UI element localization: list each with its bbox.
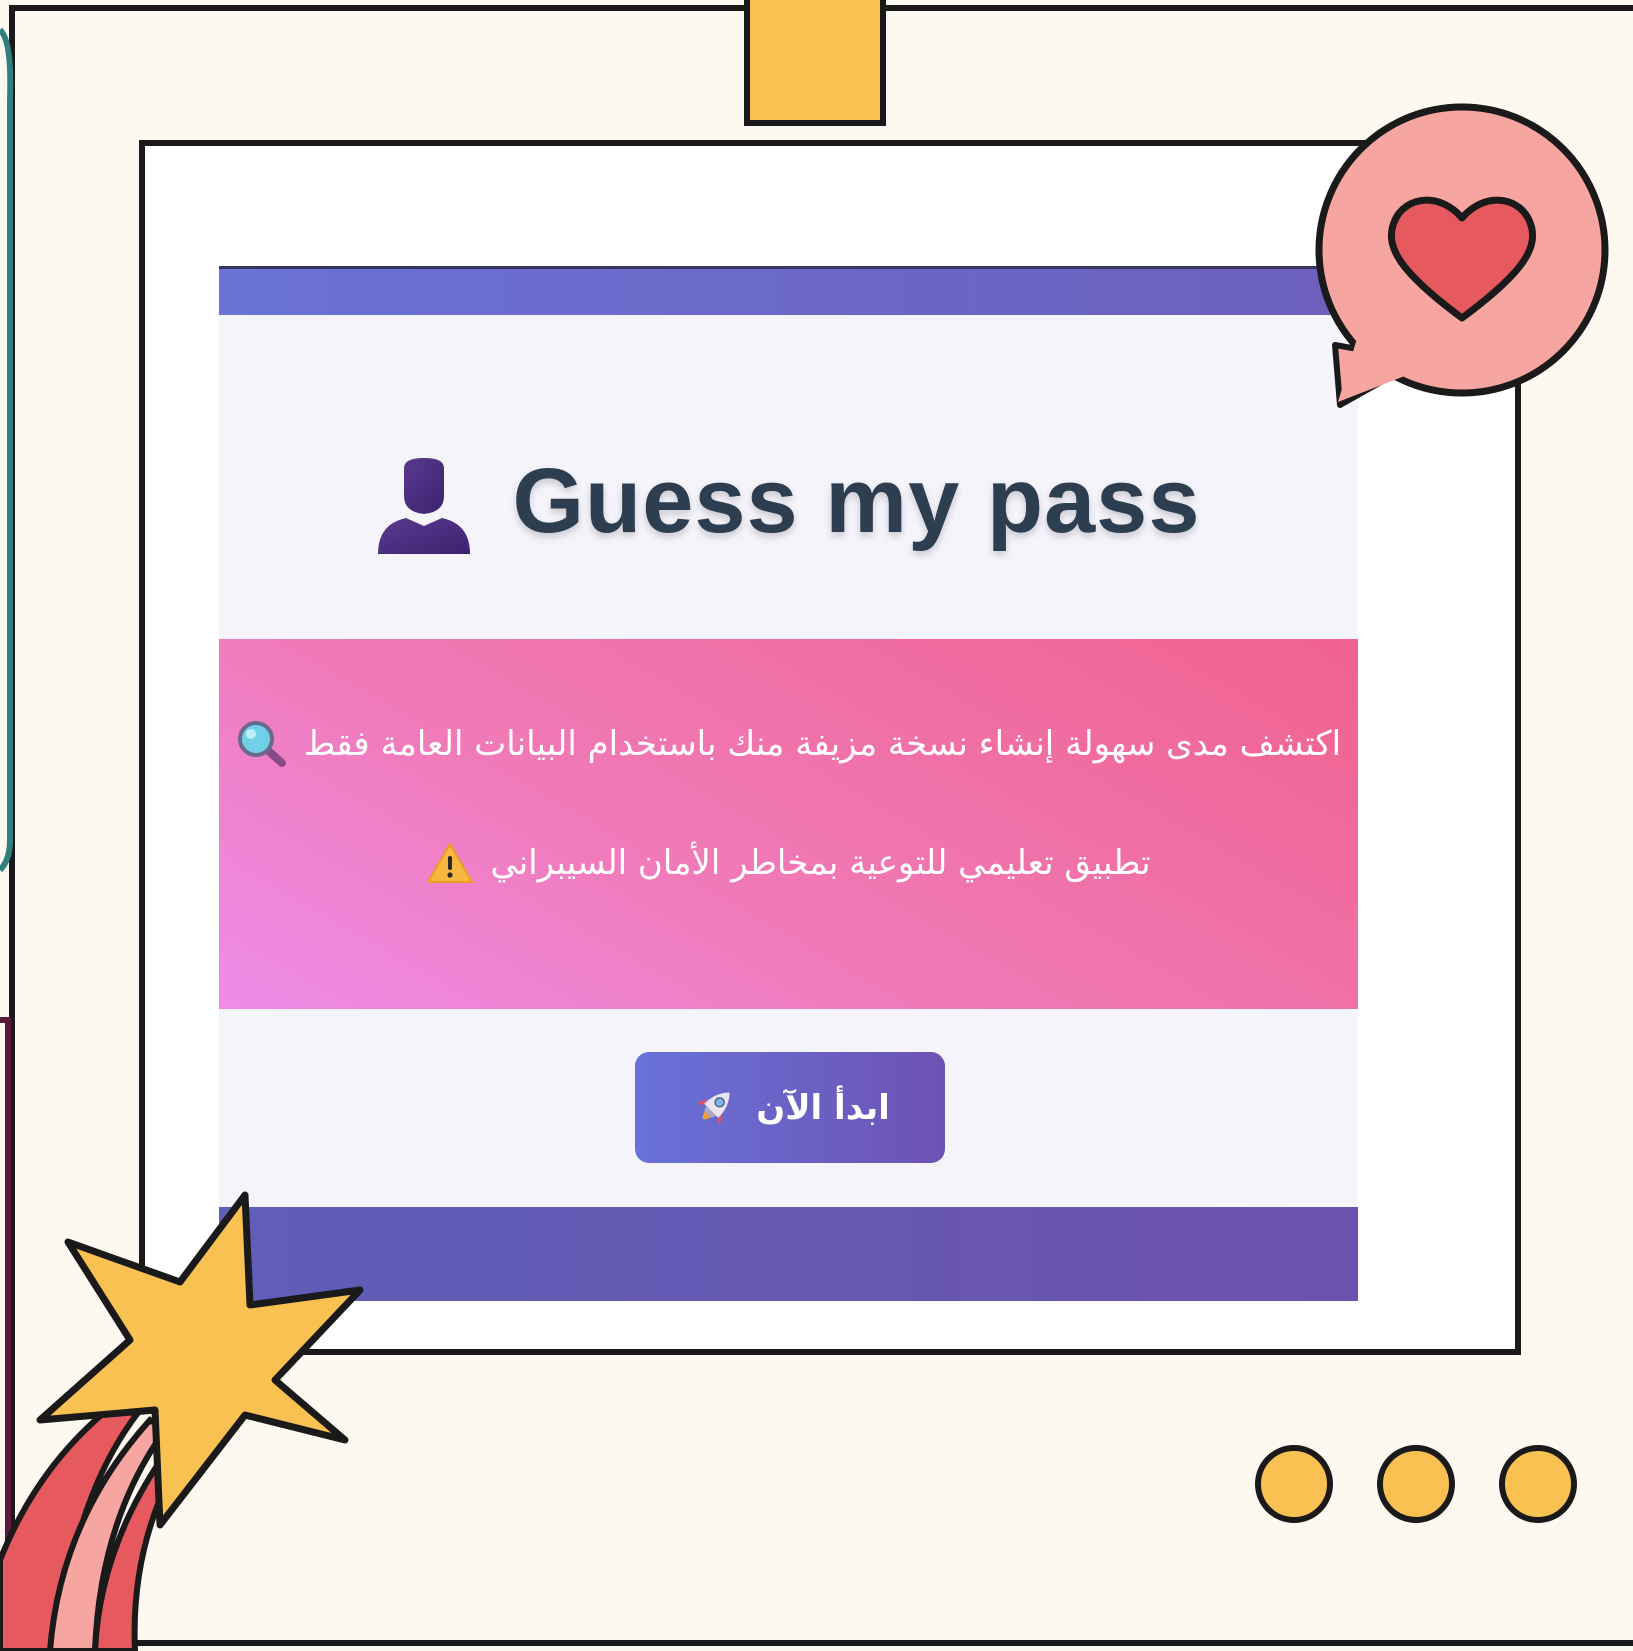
hero-banner: اكتشف مدى سهولة إنشاء نسخة مزيفة منك باس… [219,639,1358,1009]
footer-bar [219,1207,1358,1301]
user-silhouette-icon [378,458,471,554]
rocket-icon [697,1091,730,1125]
app-panel: Guess my pass اكتشف مدى سهولة إنشاء نسخة… [219,266,1358,1301]
hero-tagline: اكتشف مدى سهولة إنشاء نسخة مزيفة منك باس… [303,724,1342,764]
hero-line-1: اكتشف مدى سهولة إنشاء نسخة مزيفة منك باس… [219,719,1358,769]
magnifying-glass-icon [237,721,286,767]
app-title: Guess my pass [512,449,1201,552]
start-button-label: ابدأ الآن [756,1087,890,1128]
start-button[interactable]: ابدأ الآن [635,1052,945,1163]
hero-subtitle: تطبيق تعليمي للتوعية بمخاطر الأمان السيب… [490,843,1151,883]
clip-tab-icon [744,0,886,126]
title-row: Guess my pass [219,441,1358,561]
warning-icon [427,843,474,883]
hero-line-2: تطبيق تعليمي للتوعية بمخاطر الأمان السيب… [219,841,1358,885]
header-bar [219,266,1358,315]
